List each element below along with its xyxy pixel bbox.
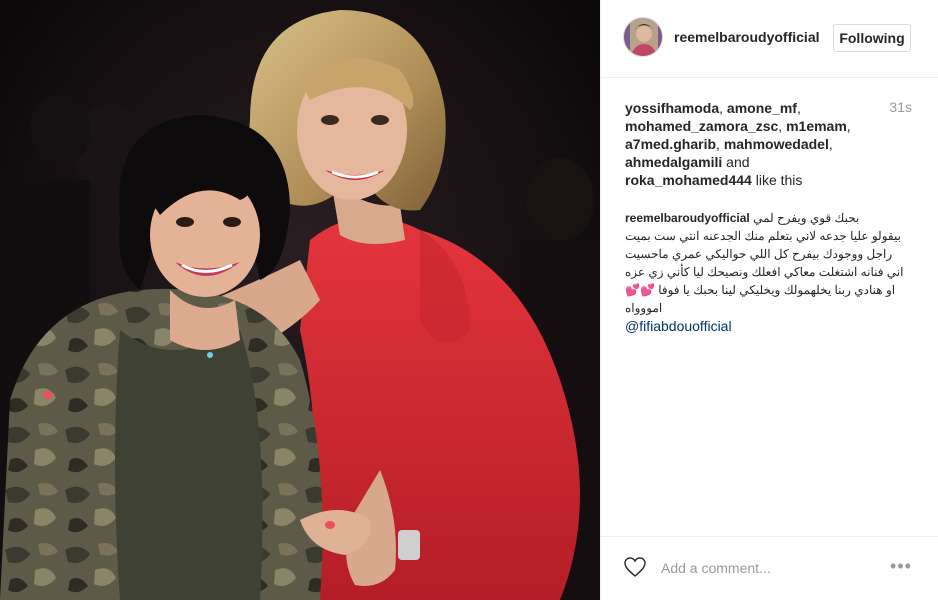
caption-line: امووواه <box>625 301 663 315</box>
separator: , <box>846 118 851 134</box>
caption-author-link[interactable]: reemelbaroudyofficial <box>625 211 750 225</box>
liker-link[interactable]: m1emam <box>786 118 847 134</box>
avatar[interactable] <box>623 17 663 57</box>
liker-link[interactable]: mohamed_zamora_zsc <box>625 118 778 134</box>
separator: , <box>828 136 833 152</box>
caption: reemelbaroudyofficial بحبك قوي ويفرح لمي… <box>625 209 913 335</box>
like-this-text: like this <box>751 172 803 188</box>
post-footer: ••• <box>601 536 938 600</box>
mention-link[interactable]: @fifiabdouofficial <box>625 317 913 335</box>
liker-link[interactable]: mahmowedadel <box>724 136 829 152</box>
separator: , <box>719 100 727 116</box>
photo-illustration <box>0 0 600 600</box>
post-modal: reemelbaroudyofficial Following yossifha… <box>0 0 938 600</box>
liker-link[interactable]: yossifhamoda <box>625 100 719 116</box>
post-header: reemelbaroudyofficial Following <box>601 0 938 78</box>
more-options-icon[interactable]: ••• <box>887 557 915 575</box>
timestamp[interactable]: 31s <box>889 99 912 115</box>
caption-line: اني فنانه اشتغلت معاكي افعلك ونصيحك ليا … <box>625 265 904 279</box>
username-link[interactable]: reemelbaroudyofficial <box>674 29 824 45</box>
post-photo[interactable] <box>0 0 600 600</box>
liker-link[interactable]: amone_mf <box>727 100 797 116</box>
post-side-panel: reemelbaroudyofficial Following yossifha… <box>601 0 938 600</box>
caption-line: راجل ووجودك بيفرح كل اللي حواليكي عمري م… <box>625 247 893 261</box>
avatar-image <box>624 18 662 56</box>
liker-link[interactable]: roka_mohamed444 <box>625 172 752 188</box>
separator: , <box>778 118 787 134</box>
caption-line: او هنادي ربنا يخلهمولك ويخليكي لينا بحبك… <box>625 283 896 297</box>
separator: , <box>796 100 801 116</box>
caption-text: بحبك قوي ويفرح لمي <box>753 211 860 225</box>
add-comment-input[interactable] <box>659 557 863 579</box>
caption-line: reemelbaroudyofficial بحبك قوي ويفرح لمي <box>625 209 913 227</box>
following-button[interactable]: Following <box>833 24 911 52</box>
and-text: and <box>722 154 750 170</box>
heart-outline-icon[interactable] <box>623 555 647 579</box>
likes-list: yossifhamoda, amone_mf, mohamed_zamora_z… <box>625 99 875 189</box>
caption-line: بيقولو عليا جدعه لاني بتعلم منك الجدعنه … <box>625 229 901 243</box>
liker-link[interactable]: ahmedalgamili <box>625 154 722 170</box>
liker-link[interactable]: a7med.gharib <box>625 136 716 152</box>
separator: , <box>716 136 724 152</box>
